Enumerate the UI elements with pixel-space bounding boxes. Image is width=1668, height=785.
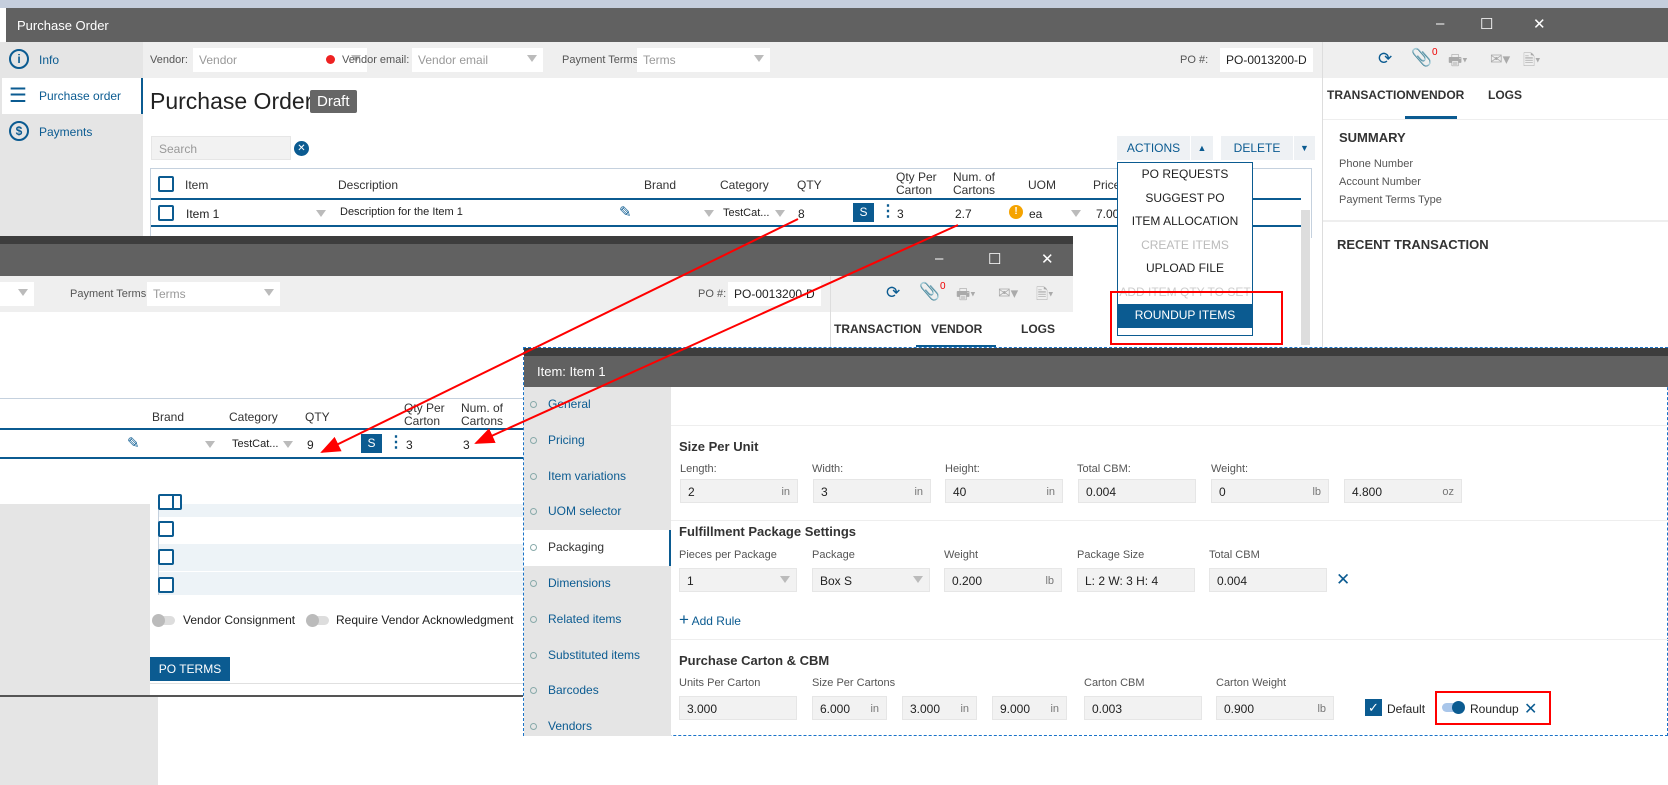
arrow-qty: [320, 218, 799, 453]
annotation-arrows: [320, 218, 959, 453]
